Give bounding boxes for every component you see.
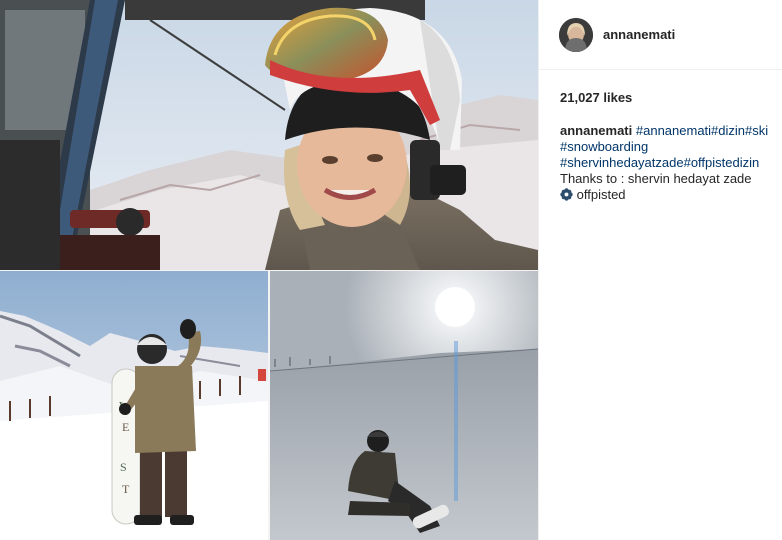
post-photo[interactable]: W E S T: [0, 0, 538, 540]
caption-line-1: annanemati #annanemati#dizin#ski: [560, 123, 775, 139]
caption-offpisted: offpisted: [576, 187, 626, 202]
caption-username[interactable]: annanemati: [560, 123, 632, 138]
caption-thanks: Thanks to : shervin hedayat zade: [560, 171, 752, 186]
avatar-photo-icon: [559, 18, 593, 52]
post-header: annanemati: [539, 0, 782, 70]
post-side-panel: annanemati 21,027 likes annanemati #anna…: [538, 0, 782, 540]
hashtag-shervinhedayatzade[interactable]: #shervinhedayatzade: [560, 155, 684, 170]
likes-count[interactable]: 21,027 likes: [560, 90, 632, 105]
svg-text:S: S: [120, 460, 127, 474]
post-caption: annanemati #annanemati#dizin#ski #snowbo…: [560, 123, 775, 203]
photo-sitting-on-slope: [270, 271, 538, 540]
svg-text:E: E: [122, 420, 129, 434]
snowflake-flower-icon: [560, 187, 577, 202]
photo-snowboarder-waving: W E S T: [0, 271, 268, 540]
avatar[interactable]: [559, 18, 593, 52]
post-author-username[interactable]: annanemati: [603, 27, 675, 42]
hashtag-snowboarding[interactable]: #snowboarding: [560, 139, 648, 154]
photo-selfie-chairlift: [0, 0, 538, 270]
caption-line-3: #shervinhedayatzade#offpistedizin: [560, 155, 775, 171]
hashtag-offpistedizin[interactable]: #offpistedizin: [684, 155, 760, 170]
caption-line-offpisted: offpisted: [560, 187, 775, 203]
hashtag-annanemati[interactable]: #annanemati: [636, 123, 711, 138]
caption-line-2: #snowboarding: [560, 139, 775, 155]
hashtag-dizin[interactable]: #dizin: [711, 123, 745, 138]
hashtag-ski[interactable]: #ski: [745, 123, 768, 138]
svg-text:T: T: [122, 482, 130, 496]
